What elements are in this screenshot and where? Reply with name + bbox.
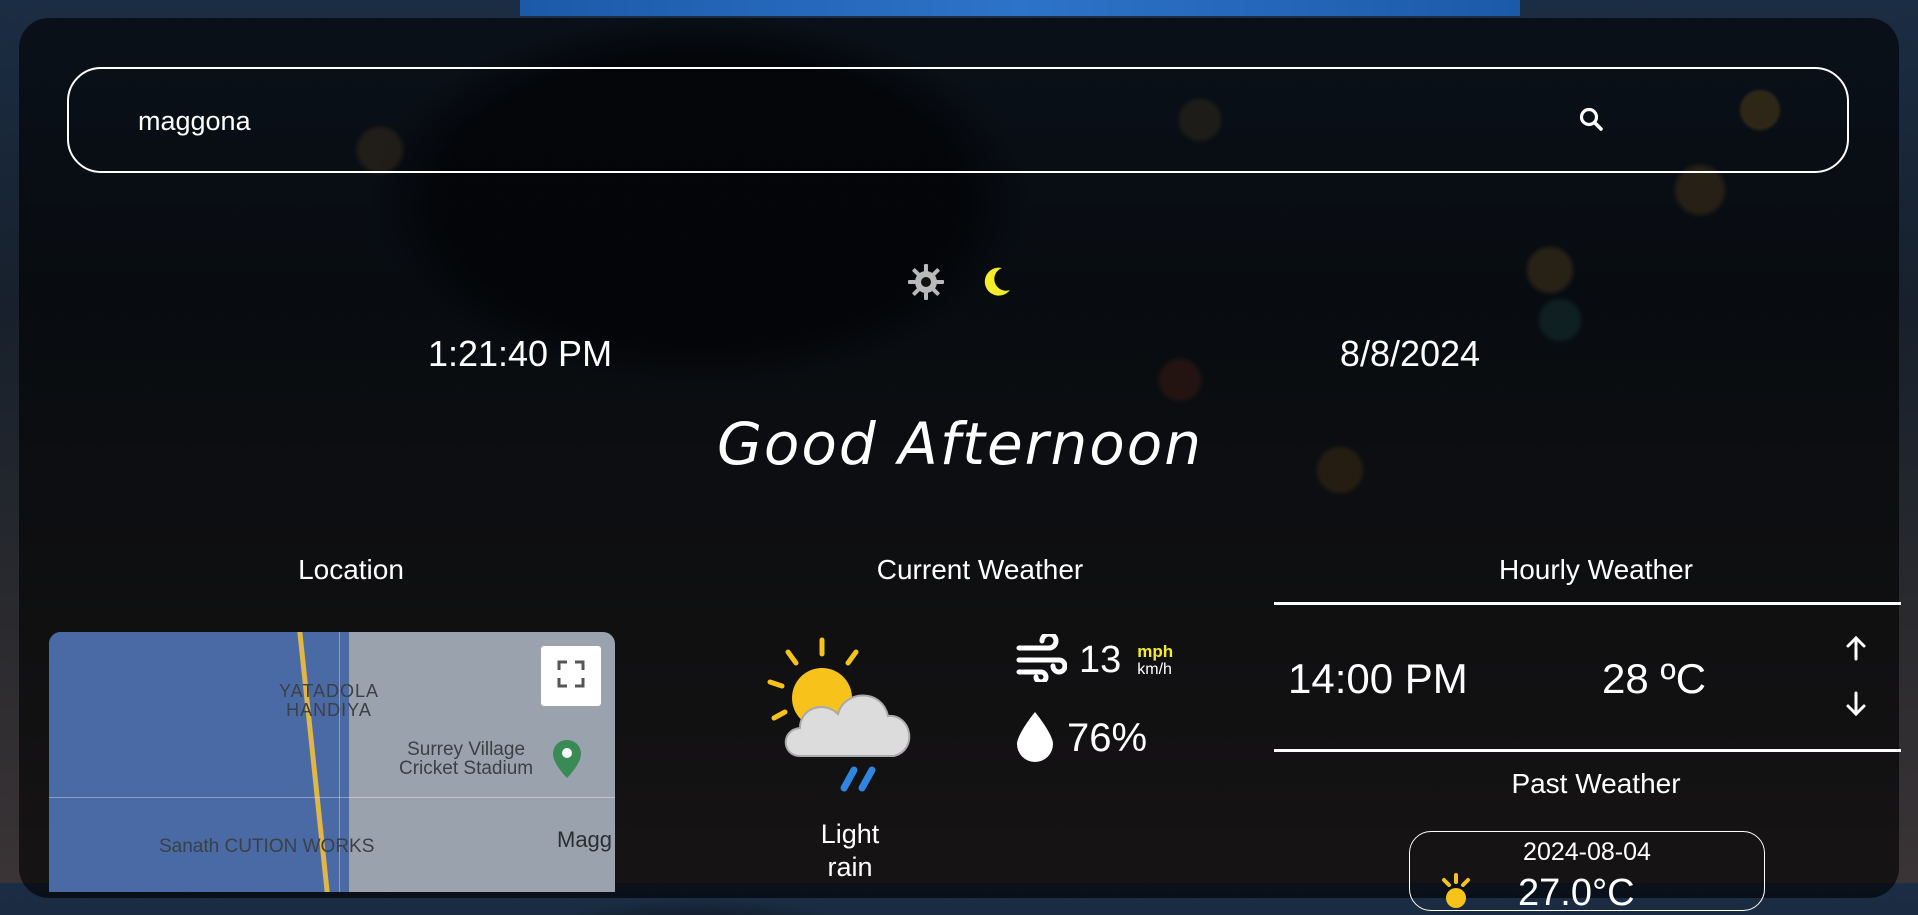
weather-panel: 1:21:40 PM 8/8/2024 Good Afternoon Locat… [19, 18, 1901, 914]
wind-speed: 13 [1079, 639, 1122, 681]
map-label-town: Magg [557, 827, 613, 852]
past-weather-card[interactable]: 2024-08-04 27.0°C [1409, 831, 1765, 914]
theme-toggle [906, 262, 1016, 302]
past-temp: 27.0°C [1518, 872, 1635, 914]
map-label-business: Sanath CUTION WORKS [159, 836, 375, 857]
map-label-stadium-line2: Cricket Stadium [399, 758, 534, 779]
hourly-temp: 28 ºC [1602, 655, 1707, 702]
sun-icon[interactable] [906, 262, 946, 302]
hourly-prev-button[interactable] [1840, 632, 1872, 664]
humidity-row: 76% [1015, 710, 1147, 767]
past-date: 2024-08-04 [1523, 838, 1651, 866]
map-label-stadium: Surrey Village Cricket Stadium [399, 740, 533, 778]
map-pin-icon[interactable] [553, 740, 581, 783]
current-time: 1:21:40 PM [427, 333, 613, 374]
droplet-icon [1015, 710, 1055, 767]
fullscreen-icon [557, 660, 585, 693]
hourly-divider-top [1274, 602, 1901, 605]
wind-icon [1015, 631, 1068, 687]
weather-condition-line1: Light [820, 819, 880, 849]
past-weather-heading: Past Weather [1511, 768, 1681, 799]
map-label-stadium-line1: Surrey Village [407, 739, 526, 760]
hourly-weather-heading: Hourly Weather [1498, 554, 1693, 585]
greeting: Good Afternoon [716, 410, 1204, 478]
background-image-strip [520, 0, 1520, 16]
search-input[interactable] [136, 96, 1440, 146]
wind-row: 13 mph km/h [1015, 631, 1173, 687]
partly-cloudy-light-rain-icon [752, 630, 942, 810]
hourly-next-button[interactable] [1840, 688, 1872, 720]
wind-unit-toggle: mph km/h [1137, 642, 1173, 679]
map-label-area: YATADOLA HANDIYA [279, 681, 380, 720]
moon-icon[interactable] [976, 262, 1016, 302]
map-fullscreen-button[interactable] [541, 646, 601, 706]
hourly-divider-bottom [1274, 749, 1901, 752]
current-date: 8/8/2024 [1339, 333, 1481, 374]
location-heading: Location [298, 554, 404, 585]
unit-mph[interactable]: mph [1137, 642, 1173, 661]
current-weather-heading: Current Weather [876, 554, 1084, 585]
map-gridline [49, 797, 615, 798]
humidity-value: 76% [1067, 716, 1148, 760]
weather-condition-line2: rain [827, 852, 873, 882]
unit-kmh[interactable]: km/h [1137, 661, 1173, 679]
search-icon [1578, 106, 1604, 137]
hourly-time: 14:00 PM [1288, 655, 1468, 702]
weather-condition: Light rain [780, 818, 920, 884]
search-bar [67, 67, 1849, 173]
search-button[interactable] [1561, 91, 1621, 151]
sun-icon [1438, 872, 1474, 908]
location-map[interactable]: YATADOLA HANDIYA Surrey Village Cricket … [49, 632, 615, 892]
